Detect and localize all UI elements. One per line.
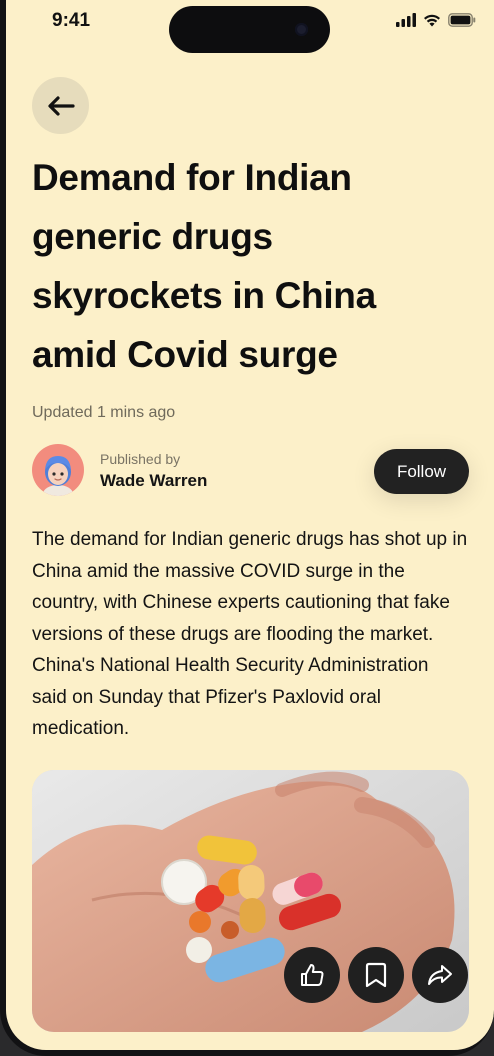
article-body: The demand for Indian generic drugs has … xyxy=(32,529,468,739)
signal-icon xyxy=(396,13,416,27)
bookmark-icon xyxy=(365,962,387,988)
arrow-left-icon xyxy=(47,95,75,116)
bookmark-button[interactable] xyxy=(348,947,404,1003)
thumbs-up-icon xyxy=(301,964,324,986)
author-avatar[interactable] xyxy=(32,444,84,496)
article-image xyxy=(32,770,469,1032)
follow-button[interactable]: Follow xyxy=(374,449,469,494)
status-time: 9:41 xyxy=(52,10,91,31)
battery-icon xyxy=(448,13,476,27)
like-button[interactable] xyxy=(284,947,340,1003)
published-by-label: Published by xyxy=(100,451,181,467)
phone-frame: 9:41 Demand for Indian generic drugs sky… xyxy=(0,0,494,1056)
article-screen: 9:41 Demand for Indian generic drugs sky… xyxy=(6,0,494,1050)
status-bar: 9:41 xyxy=(6,0,494,53)
share-icon xyxy=(428,965,452,985)
wifi-icon xyxy=(424,14,440,27)
updated-timestamp: Updated 1 mins ago xyxy=(32,404,176,421)
status-icons xyxy=(396,13,476,27)
share-button[interactable] xyxy=(412,947,468,1003)
camera-icon xyxy=(295,23,308,36)
back-button[interactable] xyxy=(32,77,89,134)
dynamic-island xyxy=(169,6,330,53)
article-title: Demand for Indian generic drugs skyrocke… xyxy=(32,157,376,375)
author-name[interactable]: Wade Warren xyxy=(100,471,207,491)
